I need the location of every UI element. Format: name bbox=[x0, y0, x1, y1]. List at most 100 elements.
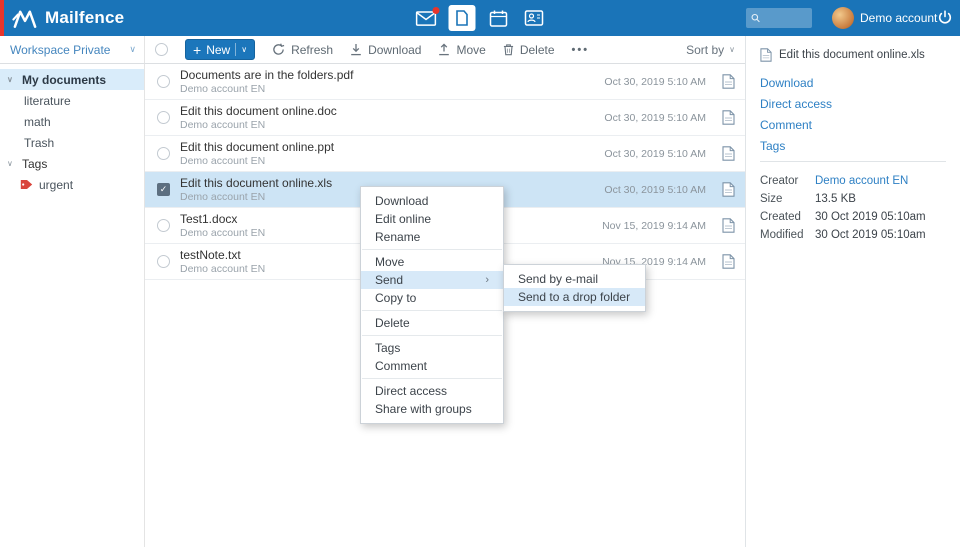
file-type-icon bbox=[722, 74, 735, 89]
menu-item-delete[interactable]: Delete bbox=[361, 314, 503, 332]
download-label: Download bbox=[368, 43, 421, 57]
submenu-item-send-by-email[interactable]: Send by e-mail bbox=[504, 270, 645, 288]
plus-icon: + bbox=[193, 43, 201, 57]
download-button[interactable]: Download bbox=[350, 43, 421, 57]
menu-item-comment[interactable]: Comment bbox=[361, 357, 503, 375]
sidebar-item-tags[interactable]: ∨ Tags bbox=[0, 153, 144, 174]
nav-contacts[interactable] bbox=[521, 5, 548, 31]
menu-item-move[interactable]: Move bbox=[361, 253, 503, 271]
sort-by-button[interactable]: Sort by ∨ bbox=[686, 43, 735, 57]
file-name: Documents are in the folders.pdf bbox=[180, 68, 594, 82]
menu-separator bbox=[362, 378, 502, 379]
mailfence-logo-icon bbox=[12, 9, 38, 28]
submenu-item-send-to-drop-folder[interactable]: Send to a drop folder bbox=[504, 288, 645, 306]
select-all-checkbox[interactable] bbox=[155, 43, 168, 56]
menu-item-rename[interactable]: Rename bbox=[361, 228, 503, 246]
logout-button[interactable] bbox=[937, 10, 953, 26]
file-name: Edit this document online.doc bbox=[180, 104, 594, 118]
file-owner: Demo account EN bbox=[180, 119, 594, 132]
details-download-link[interactable]: Download bbox=[760, 77, 946, 89]
menu-item-label: Send bbox=[375, 271, 403, 289]
row-checkbox[interactable] bbox=[157, 255, 170, 268]
avatar[interactable] bbox=[832, 7, 854, 29]
details-panel: Edit this document online.xls Download D… bbox=[745, 36, 960, 547]
menu-item-edit-online[interactable]: Edit online bbox=[361, 210, 503, 228]
row-checkbox-checked[interactable]: ✓ bbox=[157, 183, 170, 196]
button-divider bbox=[235, 43, 236, 56]
file-meta: Documents are in the folders.pdf Demo ac… bbox=[180, 68, 594, 96]
details-field-modified: Modified 30 Oct 2019 05:10am bbox=[760, 226, 946, 244]
sidebar-item-literature[interactable]: literature bbox=[0, 90, 144, 111]
field-label: Created bbox=[760, 208, 815, 226]
refresh-label: Refresh bbox=[291, 43, 333, 57]
file-type-icon bbox=[722, 146, 735, 161]
delete-label: Delete bbox=[520, 43, 555, 57]
account-name[interactable]: Demo account bbox=[860, 0, 937, 36]
details-comment-link[interactable]: Comment bbox=[760, 119, 946, 131]
row-checkbox[interactable] bbox=[157, 111, 170, 124]
refresh-button[interactable]: Refresh bbox=[272, 43, 333, 57]
details-header: Edit this document online.xls bbox=[760, 48, 946, 62]
details-field-created: Created 30 Oct 2019 05:10am bbox=[760, 208, 946, 226]
field-value: 30 Oct 2019 05:10am bbox=[815, 226, 926, 244]
row-checkbox[interactable] bbox=[157, 75, 170, 88]
sidebar-item-trash[interactable]: Trash bbox=[0, 132, 144, 153]
field-value-link[interactable]: Demo account EN bbox=[815, 172, 908, 190]
menu-item-send[interactable]: Send › bbox=[361, 271, 503, 289]
new-button[interactable]: + New ∨ bbox=[185, 39, 255, 60]
file-name: Edit this document online.ppt bbox=[180, 140, 594, 154]
details-field-size: Size 13.5 KB bbox=[760, 190, 946, 208]
field-value: 13.5 KB bbox=[815, 190, 856, 208]
file-type-icon bbox=[760, 48, 772, 62]
new-button-label: New bbox=[206, 43, 230, 57]
sidebar-item-tag-urgent[interactable]: urgent bbox=[0, 174, 144, 195]
contacts-icon bbox=[525, 10, 544, 26]
move-button[interactable]: Move bbox=[438, 43, 485, 57]
file-row[interactable]: Edit this document online.doc Demo accou… bbox=[145, 100, 745, 136]
file-owner: Demo account EN bbox=[180, 83, 594, 96]
file-row[interactable]: Documents are in the folders.pdf Demo ac… bbox=[145, 64, 745, 100]
brand-name: Mailfence bbox=[45, 8, 124, 28]
file-meta: Edit this document online.ppt Demo accou… bbox=[180, 140, 594, 168]
file-row[interactable]: Edit this document online.ppt Demo accou… bbox=[145, 136, 745, 172]
top-navigation bbox=[413, 0, 548, 36]
power-icon bbox=[937, 10, 953, 26]
chevron-down-icon: ∨ bbox=[7, 159, 17, 168]
menu-item-download[interactable]: Download bbox=[361, 192, 503, 210]
menu-item-copy-to[interactable]: Copy to bbox=[361, 289, 503, 307]
move-label: Move bbox=[456, 43, 485, 57]
sidebar-item-label: math bbox=[24, 115, 51, 129]
details-direct-access-link[interactable]: Direct access bbox=[760, 98, 946, 110]
menu-item-tags[interactable]: Tags bbox=[361, 339, 503, 357]
nav-mail[interactable] bbox=[413, 5, 440, 31]
workspace-selector[interactable]: Workspace Private ∨ bbox=[0, 36, 145, 64]
details-field-creator: Creator Demo account EN bbox=[760, 172, 946, 190]
workspace-label: Workspace Private bbox=[10, 43, 110, 57]
tag-icon bbox=[20, 179, 33, 190]
sidebar-item-label: My documents bbox=[22, 73, 106, 87]
menu-item-share-with-groups[interactable]: Share with groups bbox=[361, 400, 503, 418]
sidebar-item-math[interactable]: math bbox=[0, 111, 144, 132]
search-box[interactable] bbox=[746, 8, 812, 28]
row-checkbox[interactable] bbox=[157, 147, 170, 160]
file-date: Oct 30, 2019 5:10 AM bbox=[604, 76, 706, 88]
sidebar-item-label: Tags bbox=[22, 157, 47, 171]
row-checkbox[interactable] bbox=[157, 219, 170, 232]
sidebar-item-my-documents[interactable]: ∨ My documents bbox=[0, 69, 144, 90]
sidebar-item-label: urgent bbox=[39, 178, 73, 192]
details-tags-link[interactable]: Tags bbox=[760, 140, 946, 152]
file-type-icon bbox=[722, 254, 735, 269]
more-options-button[interactable]: ••• bbox=[572, 44, 590, 56]
brand-logo[interactable]: Mailfence bbox=[12, 0, 124, 36]
nav-documents[interactable] bbox=[449, 5, 476, 31]
download-icon bbox=[350, 43, 362, 56]
menu-item-direct-access[interactable]: Direct access bbox=[361, 382, 503, 400]
details-divider bbox=[760, 161, 946, 162]
sort-by-label: Sort by bbox=[686, 43, 724, 57]
nav-calendar[interactable] bbox=[485, 5, 512, 31]
search-input[interactable] bbox=[764, 12, 807, 24]
refresh-icon bbox=[272, 43, 285, 56]
toolbar: + New ∨ Refresh Download Move bbox=[145, 36, 745, 64]
send-submenu: Send by e-mail Send to a drop folder bbox=[503, 264, 646, 312]
delete-button[interactable]: Delete bbox=[503, 43, 555, 57]
